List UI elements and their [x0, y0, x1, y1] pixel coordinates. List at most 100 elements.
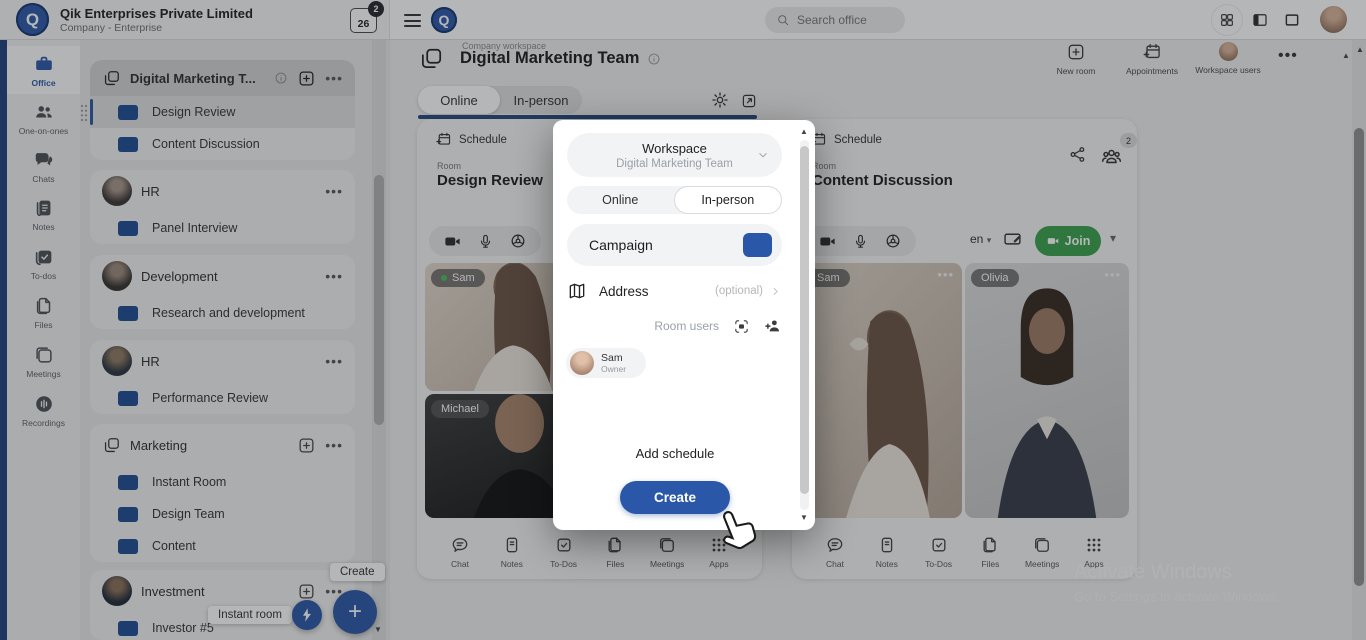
drag-handle-icon[interactable]	[80, 104, 88, 122]
sidebar-item-todos[interactable]: To-dos	[7, 239, 80, 287]
open-in-new-icon[interactable]	[740, 92, 758, 110]
room-item-content[interactable]: Content	[90, 530, 355, 562]
toolbar-todos[interactable]: To-Dos	[916, 524, 962, 579]
workspace-group-header[interactable]: HR •••	[90, 170, 355, 212]
more-options-icon[interactable]: •••	[325, 269, 343, 283]
more-options-icon[interactable]: •••	[325, 71, 343, 85]
av-settings-icon[interactable]	[884, 232, 902, 250]
room-users-icon[interactable]	[1100, 145, 1123, 168]
sidebar-item-files[interactable]: Files	[7, 288, 80, 336]
whiteboard-icon[interactable]	[1002, 229, 1023, 250]
menu-icon[interactable]	[404, 14, 421, 27]
language-selector[interactable]: en ▾	[970, 232, 991, 246]
camera-icon[interactable]	[818, 232, 837, 251]
meetings-icon	[657, 535, 677, 555]
modal-scroll-down-icon[interactable]: ▼	[800, 514, 808, 522]
add-room-icon[interactable]	[297, 69, 316, 88]
create-fab-button[interactable]: +	[333, 590, 377, 634]
av-settings-icon[interactable]	[509, 232, 527, 250]
grid-view-button[interactable]	[1212, 5, 1242, 35]
scan-user-icon[interactable]	[733, 318, 750, 335]
mic-icon[interactable]	[477, 233, 494, 250]
join-options-chevron-icon[interactable]: ▾	[1110, 231, 1116, 245]
panel-layout-button[interactable]	[1251, 11, 1269, 29]
user-avatar[interactable]	[1320, 6, 1347, 33]
room-name-input[interactable]: Campaign	[567, 224, 782, 266]
tile-more-options-icon[interactable]: •••	[1104, 267, 1121, 282]
panel-scroll-down-icon[interactable]: ▼	[374, 626, 382, 634]
page-scrollbar[interactable]: ▲	[1352, 40, 1366, 640]
room-color-picker[interactable]	[743, 233, 772, 257]
room-item-content-discussion[interactable]: Content Discussion	[90, 128, 355, 160]
toolbar-files[interactable]: Files	[592, 524, 638, 579]
workspace-group-header[interactable]: HR •••	[90, 340, 355, 382]
toolbar-files[interactable]: Files	[967, 524, 1013, 579]
toolbar-todos[interactable]: To-Dos	[541, 524, 587, 579]
room-item-research-and-development[interactable]: Research and development	[90, 297, 355, 329]
workspace-group-header[interactable]: Marketing •••	[90, 424, 355, 466]
sidebar-item-office[interactable]: Office	[7, 46, 80, 94]
participant-video-sam[interactable]: Sam •••	[801, 263, 962, 518]
share-icon[interactable]	[1068, 145, 1087, 164]
calendar-button[interactable]: 26 2	[350, 8, 377, 33]
toolbar-notes[interactable]: Notes	[489, 524, 535, 579]
modal-scrollbar[interactable]: ▲ ▼	[798, 126, 811, 524]
room-item-instant-room[interactable]: Instant Room	[90, 466, 355, 498]
workspace-group-header[interactable]: Development •••	[90, 255, 355, 297]
owner-chip[interactable]: Sam Owner	[566, 348, 646, 378]
new-room-button[interactable]: New room	[1034, 42, 1118, 76]
more-options-icon[interactable]: •••	[1278, 48, 1298, 64]
maximize-button[interactable]	[1283, 11, 1301, 29]
tab-online[interactable]: Online	[418, 86, 500, 114]
sidebar-item-one-on-ones[interactable]: One-on-ones	[7, 94, 80, 142]
schedule-button[interactable]: Schedule	[810, 131, 882, 148]
tile-more-options-icon[interactable]: •••	[937, 267, 954, 282]
camera-icon[interactable]	[443, 232, 462, 251]
room-item-performance-review[interactable]: Performance Review	[90, 382, 355, 414]
workspace-users-button[interactable]: Workspace users	[1186, 42, 1270, 75]
page-scrollbar-thumb[interactable]	[1354, 128, 1364, 586]
settings-icon[interactable]	[710, 90, 730, 110]
sidebar-item-recordings[interactable]: Recordings	[7, 386, 80, 434]
add-room-icon[interactable]	[297, 436, 316, 455]
schedule-button[interactable]: Schedule	[435, 131, 507, 148]
sidebar-item-chats[interactable]: Chats	[7, 142, 80, 190]
more-options-icon[interactable]: •••	[325, 184, 343, 198]
toolbar-chat[interactable]: Chat	[437, 524, 483, 579]
sidebar-item-notes[interactable]: Notes	[7, 190, 80, 238]
add-room-icon[interactable]	[297, 582, 316, 601]
address-row[interactable]: Address (optional)	[567, 278, 782, 304]
instant-room-button[interactable]	[292, 600, 322, 630]
main-scroll-up-icon[interactable]: ▲	[1342, 52, 1350, 60]
search-input[interactable]: Search office	[765, 7, 905, 33]
room-item-panel-interview[interactable]: Panel Interview	[90, 212, 355, 244]
more-options-icon[interactable]: •••	[325, 438, 343, 452]
toolbar-meetings[interactable]: Meetings	[1019, 524, 1065, 579]
info-icon[interactable]	[274, 71, 288, 85]
mic-icon[interactable]	[852, 233, 869, 250]
create-button[interactable]: Create	[620, 481, 730, 514]
toolbar-notes[interactable]: Notes	[864, 524, 910, 579]
panel-scrollbar[interactable]	[372, 40, 386, 640]
modal-tab-online[interactable]: Online	[567, 186, 674, 214]
add-schedule-button[interactable]: Add schedule	[553, 446, 797, 461]
participant-video-olivia[interactable]: Olivia •••	[965, 263, 1129, 518]
modal-scroll-up-icon[interactable]: ▲	[800, 128, 808, 136]
modal-tab-in-person[interactable]: In-person	[674, 186, 783, 214]
toolbar-meetings[interactable]: Meetings	[644, 524, 690, 579]
more-options-icon[interactable]: •••	[325, 354, 343, 368]
tab-in-person[interactable]: In-person	[500, 86, 582, 114]
workspace-selector[interactable]: Workspace Digital Marketing Team	[567, 133, 782, 177]
workspace-group-header[interactable]: Digital Marketing T... •••	[90, 60, 355, 96]
add-user-icon[interactable]	[764, 317, 782, 335]
modal-scrollbar-thumb[interactable]	[800, 146, 809, 494]
info-icon[interactable]	[647, 52, 661, 66]
join-button[interactable]: Join	[1035, 226, 1101, 256]
appointments-button[interactable]: Appointments	[1110, 42, 1194, 76]
room-item-design-review[interactable]: Design Review	[90, 96, 355, 128]
toolbar-chat[interactable]: Chat	[812, 524, 858, 579]
page-scroll-up-icon[interactable]: ▲	[1356, 46, 1364, 54]
room-item-design-team[interactable]: Design Team	[90, 498, 355, 530]
sidebar-item-meetings[interactable]: Meetings	[7, 337, 80, 385]
panel-scrollbar-thumb[interactable]	[374, 175, 384, 425]
